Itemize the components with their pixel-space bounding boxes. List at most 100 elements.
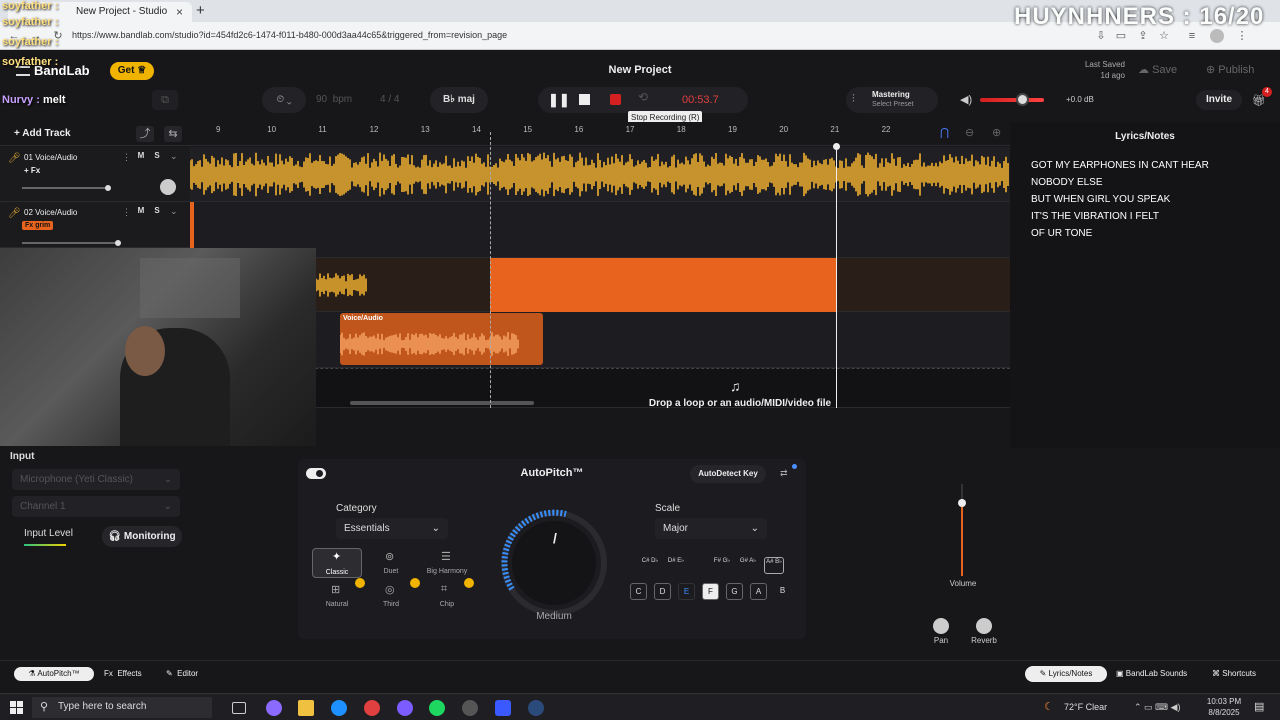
recording-region[interactable] <box>490 258 836 312</box>
add-track-button[interactable]: + Add Track <box>14 128 71 139</box>
natural-key-d[interactable]: D <box>654 583 671 600</box>
mute-button-1[interactable]: M <box>135 150 147 162</box>
natural-key-g[interactable]: G <box>726 583 743 600</box>
steam-icon[interactable] <box>528 700 544 716</box>
task-view-icon[interactable] <box>232 702 246 714</box>
monitoring-button[interactable]: 🎧︎ Monitoring <box>102 526 182 547</box>
track-header-2[interactable]: 🎤︎ 02 Voice/Audio ⋮ M S ⌄ Fx grim <box>0 202 190 248</box>
address-bar[interactable]: https://www.bandlab.com/studio?id=454fd2… <box>72 27 1072 45</box>
zoom-out-icon[interactable]: ⊖ <box>965 126 974 139</box>
natural-key-c[interactable]: C <box>630 583 647 600</box>
record-button[interactable] <box>610 94 621 105</box>
volume-fader-thumb[interactable] <box>958 499 966 507</box>
audio-clip-4[interactable]: Voice/Audio <box>340 313 543 365</box>
tray-icons[interactable]: ⌃ ▭ ⌨ ◀) <box>1134 702 1180 713</box>
stop-button[interactable] <box>579 94 590 105</box>
natural-key-f[interactable]: F <box>702 583 719 600</box>
weather-text[interactable]: 72°F Clear <box>1064 702 1107 712</box>
tab-effects[interactable]: Fx Effects <box>104 669 142 678</box>
horizontal-scrollbar[interactable] <box>350 401 534 405</box>
sharp-key[interactable]: G# A♭ <box>738 557 758 574</box>
track-menu-icon[interactable]: ⋮ <box>122 207 131 218</box>
file-explorer-icon[interactable] <box>298 700 314 716</box>
undo-history-icon[interactable]: ⧉ <box>152 90 178 110</box>
waveform-clip-1[interactable] <box>190 147 1010 202</box>
pause-button[interactable]: ❚❚ <box>548 92 570 108</box>
spotify-icon[interactable] <box>429 700 445 716</box>
clock-date[interactable]: 8/8/2025 <box>1202 708 1246 717</box>
input-device-select[interactable]: Microphone (Yeti Classic) ⌄ <box>12 469 180 490</box>
bpm-field[interactable]: 90 bpm <box>316 94 352 105</box>
playhead-handle[interactable] <box>833 143 840 150</box>
sharp-key[interactable]: D# E♭ <box>666 557 686 574</box>
tab-lyrics-notes[interactable]: ✎ Lyrics/Notes <box>1025 666 1107 682</box>
track-settings-icon[interactable]: ⇆ <box>164 126 182 142</box>
close-tab-icon[interactable]: × <box>176 5 183 19</box>
track-name-1[interactable]: 01 Voice/Audio <box>24 153 77 162</box>
lyric-line[interactable]: GOT MY EARPHONES IN CANT HEAR <box>1031 157 1271 174</box>
autodetect-key-button[interactable]: AutoDetect Key <box>690 465 766 483</box>
natural-key-e[interactable]: E <box>678 583 695 600</box>
project-title[interactable]: New Project <box>560 64 720 76</box>
slider-thumb[interactable] <box>105 185 111 191</box>
lyric-line[interactable]: OF UR TONE <box>1031 225 1271 242</box>
automation-icon[interactable]: ⤴ <box>136 126 154 142</box>
time-signature[interactable]: 4 / 4 <box>380 94 399 105</box>
slider-thumb[interactable] <box>115 240 121 246</box>
obs-icon[interactable] <box>397 700 413 716</box>
publish-button[interactable]: ⊕ Publish <box>1206 63 1254 76</box>
mute-button-2[interactable]: M <box>135 205 147 217</box>
tab-autopitch[interactable]: ⚗ AutoPitch™ <box>14 667 94 681</box>
edge-icon[interactable] <box>331 700 347 716</box>
sharp-key[interactable]: C# D♭ <box>640 557 660 574</box>
cast-icon[interactable]: ▭ <box>1115 30 1127 42</box>
category-select[interactable]: Essentials ⌄ <box>336 518 448 539</box>
windows-start-icon[interactable] <box>10 701 23 714</box>
loop-icon[interactable]: ⟲ <box>638 90 648 104</box>
settings-sliders-icon[interactable]: ⇄ <box>780 468 788 479</box>
track-lane-1[interactable] <box>190 147 1010 202</box>
reverb-knob[interactable] <box>976 618 992 634</box>
solo-button-1[interactable]: S <box>151 150 163 162</box>
taskbar-search-box[interactable]: ⚲ Type here to search <box>32 697 212 718</box>
lyric-line[interactable]: NOBODY ELSE <box>1031 174 1271 191</box>
new-tab-button[interactable]: + <box>196 2 205 19</box>
scale-select[interactable]: Major ⌄ <box>655 518 767 539</box>
track-menu-icon[interactable]: ⋮ <box>122 152 131 163</box>
lyrics-editor[interactable]: GOT MY EARPHONES IN CANT HEAR NOBODY ELSE… <box>1031 157 1271 242</box>
pan-knob-1[interactable] <box>160 179 176 195</box>
track-name-2[interactable]: 02 Voice/Audio <box>24 208 77 217</box>
app-icon[interactable] <box>462 700 478 716</box>
chevron-down-icon[interactable]: ⌄ <box>170 206 178 217</box>
clock-time[interactable]: 10:03 PM <box>1202 697 1246 706</box>
zoom-in-icon[interactable]: ⊕ <box>992 126 1001 139</box>
profile-avatar[interactable] <box>1210 29 1224 43</box>
discord-icon[interactable] <box>495 700 511 716</box>
track-header-1[interactable]: 🎤︎ 01 Voice/Audio ⋮ M S ⌄ + Fx <box>0 147 190 202</box>
sharp-key[interactable]: A# B♭ <box>764 557 784 574</box>
natural-key-a[interactable]: A <box>750 583 767 600</box>
tab-editor[interactable]: ✎ Editor <box>166 669 198 678</box>
master-volume-slider[interactable] <box>980 93 1044 106</box>
pan-knob[interactable] <box>933 618 949 634</box>
fx-badge-2[interactable]: Fx grim <box>22 221 54 230</box>
download-icon[interactable]: ⇩ <box>1095 30 1107 42</box>
autopitch-speed-knob[interactable] <box>498 507 610 619</box>
copilot-icon[interactable] <box>266 700 282 716</box>
autopitch-toggle[interactable] <box>306 468 326 479</box>
solo-button-2[interactable]: S <box>151 205 163 217</box>
sharp-key[interactable]: F# G♭ <box>712 557 732 574</box>
share-icon[interactable]: ⇪ <box>1137 30 1149 42</box>
notification-icon[interactable]: ▤ <box>1254 700 1264 713</box>
fx-button-1[interactable]: + Fx <box>24 166 40 175</box>
channel-select[interactable]: Channel 1 ⌄ <box>12 496 180 517</box>
chevron-down-icon[interactable]: ⌄ <box>170 151 178 162</box>
tab-shortcuts[interactable]: ⌘ Shortcuts <box>1212 669 1256 678</box>
save-button[interactable]: ☁ Save <box>1138 63 1177 76</box>
lyric-line[interactable]: IT'S THE VIBRATION I FELT <box>1031 208 1271 225</box>
track-volume-slider-2[interactable] <box>22 240 121 246</box>
natural-key-b[interactable]: B <box>774 583 791 600</box>
waveform-clip-3[interactable] <box>316 258 368 312</box>
chrome-icon[interactable] <box>364 700 380 716</box>
playhead[interactable] <box>836 146 837 408</box>
